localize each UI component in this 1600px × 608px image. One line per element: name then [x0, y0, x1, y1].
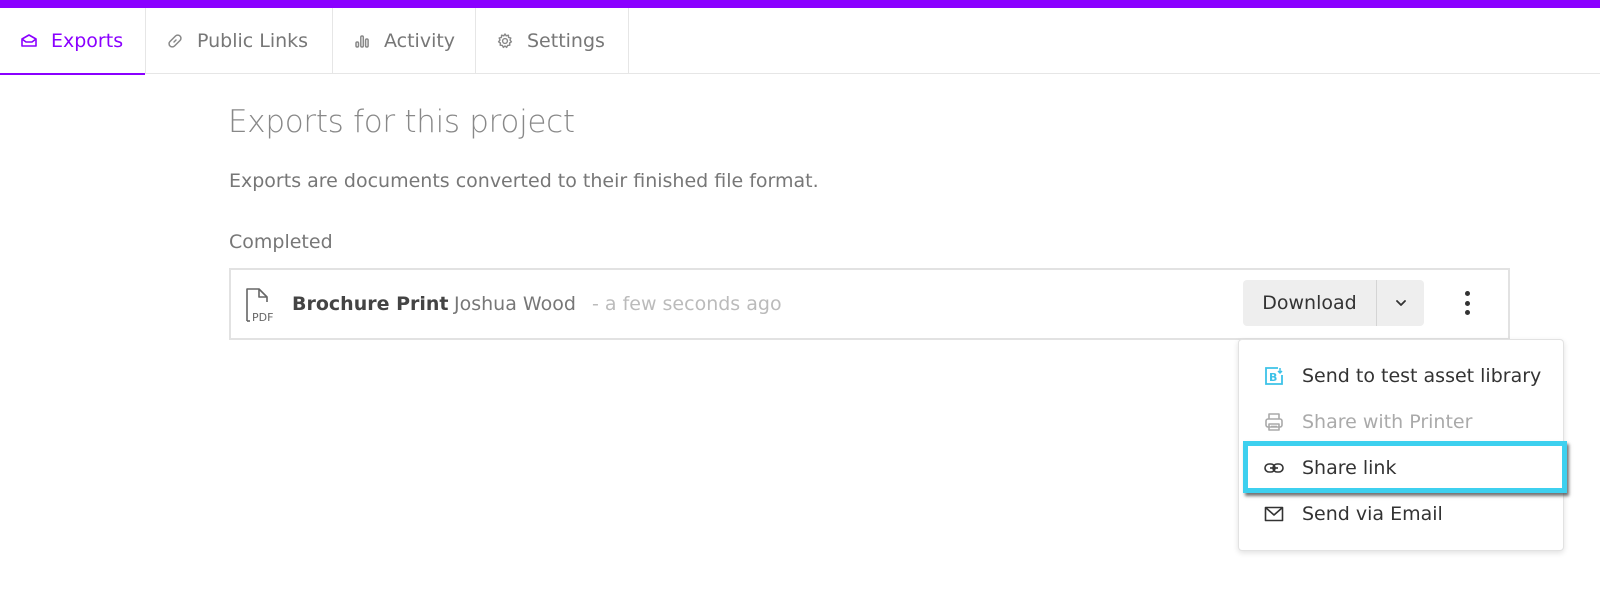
menu-item-send-via-email[interactable]: Send via Email [1239, 491, 1565, 537]
gear-icon [496, 32, 514, 50]
tab-label: Settings [527, 30, 605, 52]
brand-top-bar [0, 0, 1600, 8]
download-options-button[interactable] [1377, 280, 1424, 326]
page-description: Exports are documents converted to their… [229, 170, 819, 192]
link-icon [166, 32, 184, 50]
menu-item-send-to-asset-library[interactable]: B Send to test asset library [1239, 353, 1565, 399]
section-label-completed: Completed [229, 231, 333, 253]
tab-label: Public Links [197, 30, 309, 52]
link-icon [1263, 457, 1285, 479]
menu-item-label: Share with Printer [1302, 411, 1473, 433]
tab-bar: Exports Public Links Activity Settings [0, 8, 1600, 75]
tab-label: Activity [384, 30, 456, 52]
svg-text:PDF: PDF [252, 311, 273, 324]
menu-item-label: Send via Email [1302, 503, 1443, 525]
asset-library-icon: B [1263, 365, 1285, 387]
export-file-name[interactable]: Brochure Print [292, 293, 449, 315]
export-row: PDF Brochure Print Joshua Wood - a few s… [229, 268, 1510, 340]
share-menu: B Send to test asset library Share with … [1238, 339, 1564, 551]
menu-item-share-with-printer[interactable]: Share with Printer [1239, 399, 1565, 445]
tab-activity[interactable]: Activity [333, 8, 476, 74]
export-user: Joshua Wood [454, 293, 576, 315]
inbox-icon [20, 32, 38, 50]
download-button[interactable]: Download [1243, 280, 1377, 326]
svg-text:B: B [1269, 371, 1277, 384]
tab-public-links[interactable]: Public Links [146, 8, 333, 74]
page-title: Exports for this project [228, 104, 575, 140]
more-dot [1464, 291, 1470, 296]
mail-icon [1263, 503, 1285, 525]
pdf-file-icon: PDF [243, 286, 281, 324]
download-split-button: Download [1243, 280, 1424, 326]
more-dot [1464, 310, 1470, 315]
menu-item-label: Send to test asset library [1302, 365, 1542, 387]
menu-item-label: Share link [1302, 457, 1397, 479]
menu-item-share-link[interactable]: Share link [1239, 445, 1565, 491]
more-dot [1464, 300, 1470, 306]
tab-label: Exports [51, 30, 124, 52]
export-timestamp: - a few seconds ago [592, 293, 782, 315]
chevron-down-icon [1395, 300, 1406, 306]
printer-icon [1263, 411, 1285, 433]
tab-exports[interactable]: Exports [0, 8, 146, 75]
more-options-button[interactable] [1459, 288, 1475, 318]
tab-settings[interactable]: Settings [476, 8, 629, 74]
bar-chart-icon [353, 32, 371, 50]
